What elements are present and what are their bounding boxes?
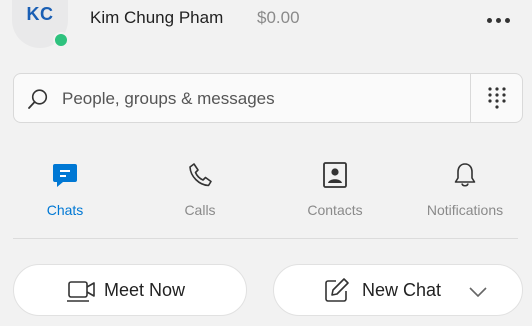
more-horizontal-icon: [486, 17, 492, 23]
more-options-button[interactable]: [475, 6, 521, 34]
profile-header: KC Kim Chung Pham $0.00: [0, 0, 532, 62]
tab-contacts-label: Contacts: [307, 202, 363, 218]
user-name[interactable]: Kim Chung Pham: [90, 8, 223, 28]
contacts-icon: [323, 162, 347, 188]
chat-icon: [53, 164, 77, 187]
chevron-down-icon[interactable]: [469, 287, 487, 297]
tab-calls-label: Calls: [184, 202, 216, 218]
avatar-initials: KC: [26, 4, 54, 24]
search-input[interactable]: [60, 83, 464, 115]
phone-icon: [189, 163, 212, 187]
tab-chats-label: Chats: [46, 202, 84, 218]
new-chat-button[interactable]: New Chat: [273, 264, 523, 316]
tab-contacts[interactable]: Contacts: [280, 158, 390, 222]
credit-balance[interactable]: $0.00: [257, 8, 300, 28]
main-navigation: Chats Calls Contacts Notifications: [0, 158, 532, 222]
dialpad-button[interactable]: [470, 74, 524, 122]
tab-chats[interactable]: Chats: [10, 158, 120, 222]
meet-now-button[interactable]: Meet Now: [13, 264, 247, 316]
divider: [13, 238, 518, 239]
presence-status-indicator: [53, 32, 69, 48]
bell-icon: [454, 163, 476, 187]
search-icon: [28, 89, 48, 109]
tab-notifications-label: Notifications: [426, 202, 504, 218]
tab-calls[interactable]: Calls: [145, 158, 255, 222]
meet-now-label: Meet Now: [104, 280, 186, 300]
new-chat-label: New Chat: [362, 280, 442, 300]
video-camera-icon: [67, 281, 95, 302]
search-box: [13, 73, 523, 123]
dialpad-icon: [488, 87, 506, 109]
tab-notifications[interactable]: Notifications: [410, 158, 520, 222]
compose-icon: [325, 278, 349, 302]
